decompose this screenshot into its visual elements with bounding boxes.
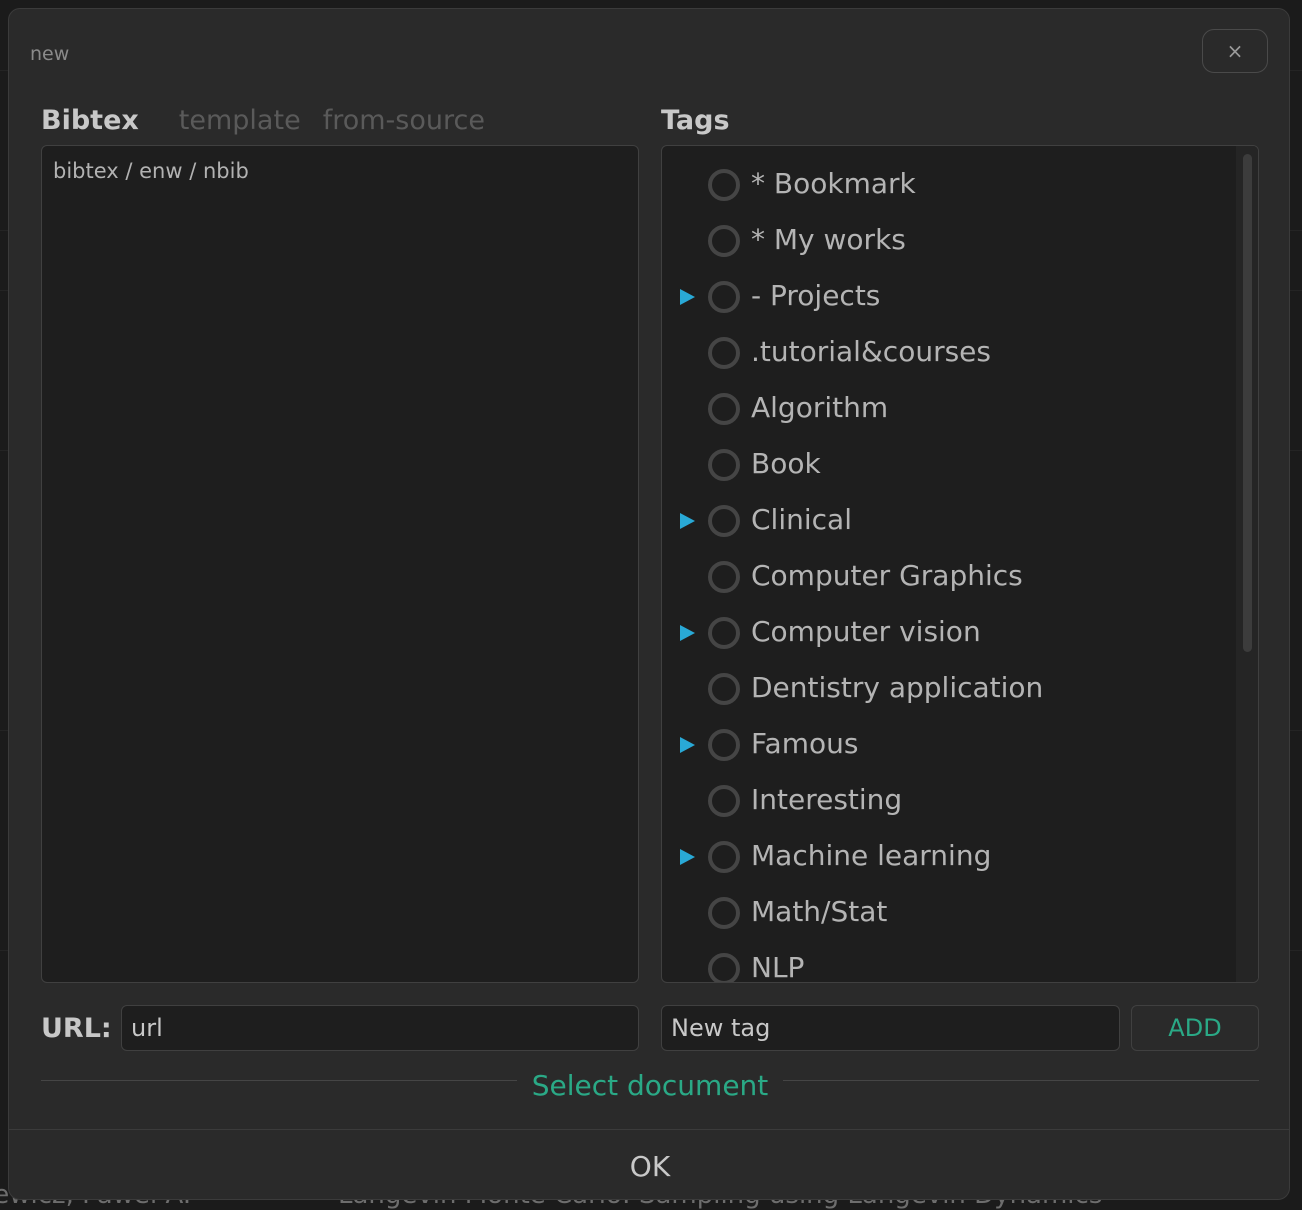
tag-label: NLP bbox=[751, 951, 805, 983]
tab-from-source[interactable]: from-source bbox=[323, 105, 485, 136]
tag-label: Book bbox=[751, 447, 821, 480]
tag-label: Interesting bbox=[751, 783, 903, 816]
dialog-footer: OK bbox=[9, 1129, 1289, 1199]
tag-radio[interactable] bbox=[708, 505, 740, 537]
tab-template[interactable]: template bbox=[179, 105, 301, 136]
tag-item[interactable]: Math/Stat bbox=[662, 885, 1232, 941]
tag-label: Clinical bbox=[751, 503, 852, 536]
tag-item[interactable]: Machine learning bbox=[662, 829, 1232, 885]
tag-item[interactable]: - Projects bbox=[662, 269, 1232, 325]
tag-radio[interactable] bbox=[708, 337, 740, 369]
url-label: URL: bbox=[41, 1013, 112, 1044]
ok-button[interactable]: OK bbox=[9, 1130, 1289, 1199]
tag-item[interactable]: Book bbox=[662, 437, 1232, 493]
tag-radio[interactable] bbox=[708, 617, 740, 649]
tag-item[interactable]: .tutorial&courses bbox=[662, 325, 1232, 381]
tag-item[interactable]: Famous bbox=[662, 717, 1232, 773]
tag-radio[interactable] bbox=[708, 393, 740, 425]
tags-scroll-thumb[interactable] bbox=[1243, 154, 1252, 652]
new-tag-input[interactable] bbox=[661, 1005, 1120, 1051]
tag-item[interactable]: Computer Graphics bbox=[662, 549, 1232, 605]
tags-list: * Bookmark * My works - Projects .tutorial&… bbox=[661, 145, 1259, 983]
tag-radio[interactable] bbox=[708, 449, 740, 481]
source-tabs: Bibtex template from-source bbox=[41, 105, 507, 136]
close-button[interactable]: × bbox=[1202, 29, 1268, 73]
tag-item[interactable]: Dentistry application bbox=[662, 661, 1232, 717]
tag-radio[interactable] bbox=[708, 897, 740, 929]
tag-radio[interactable] bbox=[708, 673, 740, 705]
tag-label: Math/Stat bbox=[751, 895, 888, 928]
tag-label: Dentistry application bbox=[751, 671, 1044, 704]
new-document-dialog: new × Bibtex template from-source bibtex… bbox=[8, 8, 1290, 1200]
expand-arrow-icon[interactable] bbox=[680, 513, 695, 529]
tag-label: - Projects bbox=[751, 279, 881, 312]
tag-radio[interactable] bbox=[708, 729, 740, 761]
tag-label: Computer Graphics bbox=[751, 559, 1023, 592]
tag-radio[interactable] bbox=[708, 561, 740, 593]
bibtex-placeholder: bibtex / enw / nbib bbox=[53, 159, 249, 183]
tag-radio[interactable] bbox=[708, 785, 740, 817]
tag-item[interactable]: * Bookmark bbox=[662, 157, 1232, 213]
tag-item[interactable]: Interesting bbox=[662, 773, 1232, 829]
tag-item[interactable]: Computer vision bbox=[662, 605, 1232, 661]
select-document-button[interactable]: Select document bbox=[9, 1069, 1289, 1102]
close-icon: × bbox=[1226, 39, 1244, 63]
expand-arrow-icon[interactable] bbox=[680, 737, 695, 753]
tag-label: Machine learning bbox=[751, 839, 992, 872]
tag-item[interactable]: * My works bbox=[662, 213, 1232, 269]
expand-arrow-icon[interactable] bbox=[680, 289, 695, 305]
tag-label: Computer vision bbox=[751, 615, 981, 648]
tags-heading: Tags bbox=[661, 105, 730, 136]
tag-label: Algorithm bbox=[751, 391, 889, 424]
tag-radio[interactable] bbox=[708, 953, 740, 982]
tag-item[interactable]: Clinical bbox=[662, 493, 1232, 549]
tag-radio[interactable] bbox=[708, 841, 740, 873]
tag-label: * Bookmark bbox=[751, 167, 916, 200]
tag-radio[interactable] bbox=[708, 169, 740, 201]
tag-item[interactable]: Algorithm bbox=[662, 381, 1232, 437]
tag-label: Famous bbox=[751, 727, 859, 760]
tag-radio[interactable] bbox=[708, 225, 740, 257]
expand-arrow-icon[interactable] bbox=[680, 625, 695, 641]
url-input[interactable] bbox=[121, 1005, 639, 1051]
tab-bibtex[interactable]: Bibtex bbox=[41, 105, 139, 136]
tag-label: * My works bbox=[751, 223, 906, 256]
tag-item[interactable]: NLP bbox=[662, 941, 1232, 983]
tags-scrollbar[interactable] bbox=[1236, 146, 1258, 982]
tag-radio[interactable] bbox=[708, 281, 740, 313]
tag-label: .tutorial&courses bbox=[751, 335, 991, 368]
expand-arrow-icon[interactable] bbox=[680, 849, 695, 865]
add-tag-button[interactable]: ADD bbox=[1131, 1005, 1259, 1051]
dialog-title: new bbox=[30, 43, 70, 65]
select-document-label: Select document bbox=[531, 1069, 769, 1102]
bibtex-textarea[interactable]: bibtex / enw / nbib bbox=[41, 145, 639, 983]
